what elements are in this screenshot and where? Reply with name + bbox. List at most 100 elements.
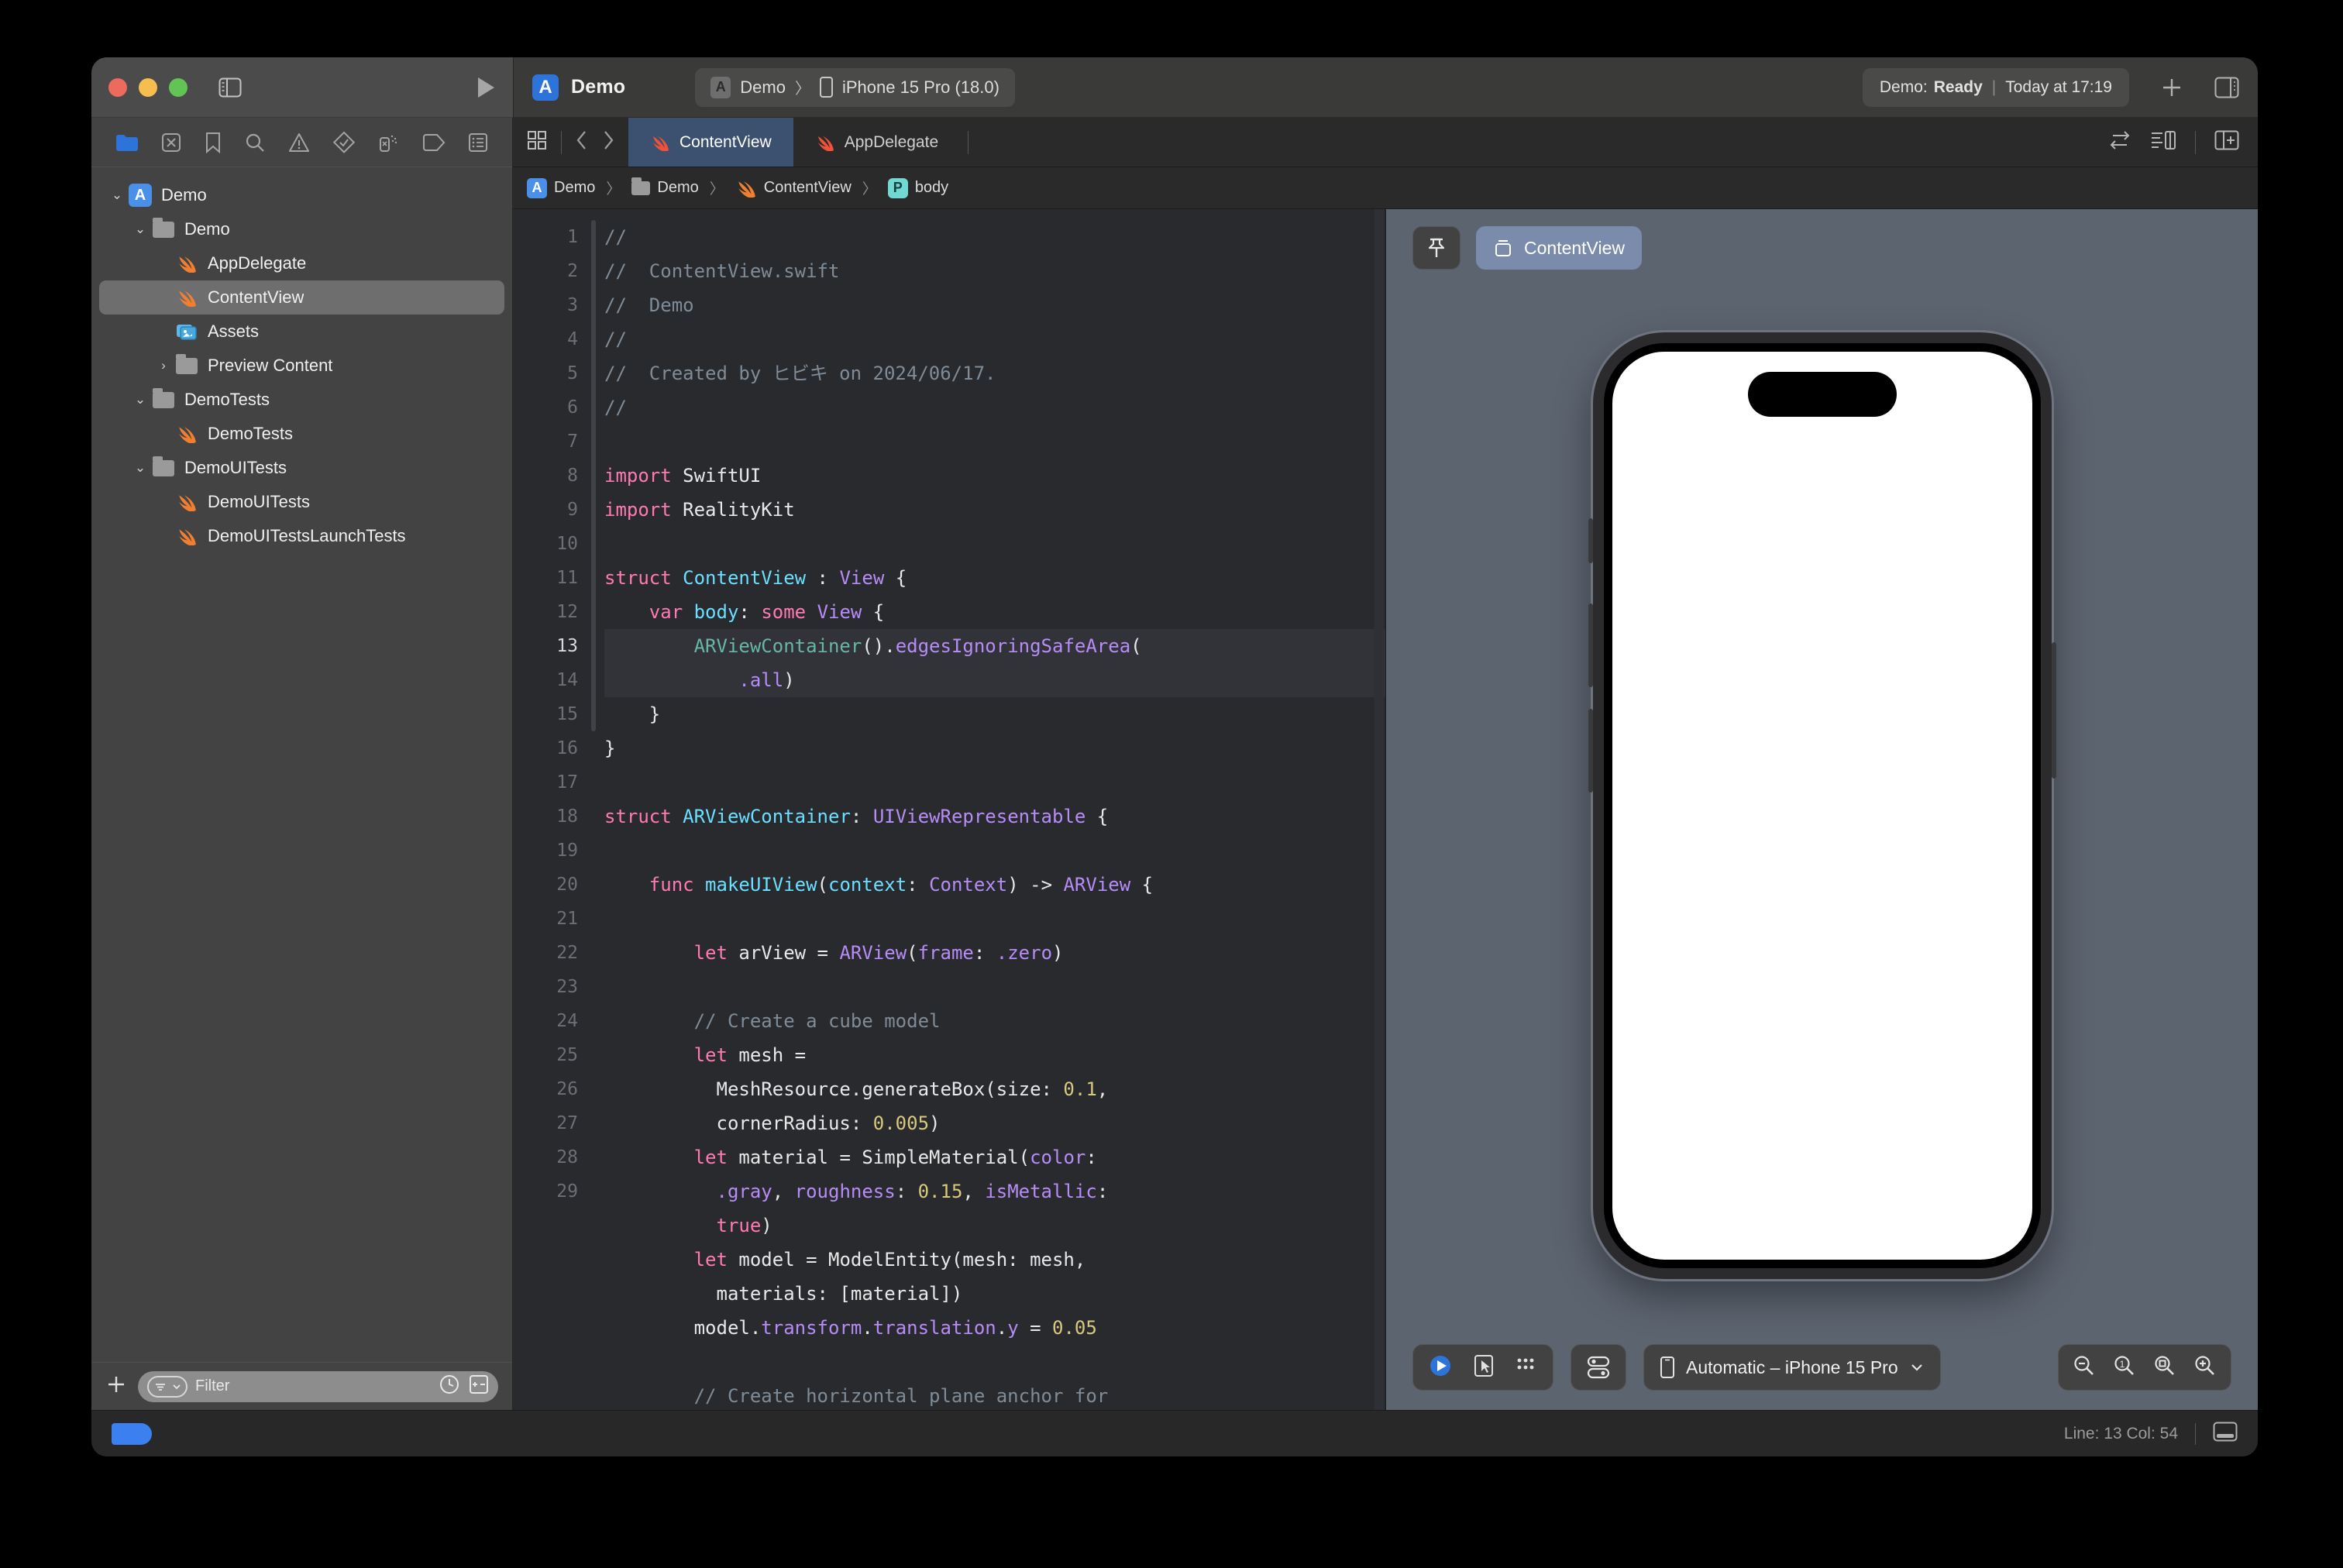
tree-item[interactable]: DemoUITestsLaunchTests [99, 519, 504, 553]
zoom-actual-size-button[interactable]: 1 [2113, 1354, 2136, 1381]
tree-item[interactable]: DemoTests [99, 417, 504, 451]
editor-grid-icon[interactable] [527, 130, 547, 154]
code-fold-strip[interactable] [590, 209, 597, 1410]
property-badge-icon: P [887, 177, 908, 198]
code-line: // Created by ヒビキ on 2024/06/17. [604, 356, 1385, 390]
tree-item[interactable]: ⌄ DemoTests [99, 383, 504, 417]
minimap-icon[interactable] [2150, 130, 2176, 154]
preview-screen[interactable] [1603, 343, 2041, 1268]
variants-grid-icon[interactable] [1516, 1357, 1537, 1379]
tree-item[interactable]: Assets [99, 315, 504, 349]
code-token: View [839, 567, 885, 589]
chevron-right-icon[interactable] [602, 129, 614, 155]
code-token: { [1130, 874, 1154, 896]
code-token: y [1007, 1317, 1019, 1339]
code-token: , [962, 1181, 986, 1202]
minimize-button[interactable] [139, 77, 157, 97]
pin-icon[interactable] [1412, 226, 1461, 270]
add-button[interactable] [2160, 76, 2183, 99]
pointer-select-icon[interactable] [1474, 1354, 1494, 1381]
filter-input[interactable]: Filter [138, 1370, 498, 1402]
tree-item-label: DemoTests [184, 390, 270, 409]
tab-appdelegate[interactable]: AppDelegate [793, 118, 960, 167]
code-line: import SwiftUI [604, 459, 1385, 493]
tree-item[interactable]: › Preview Content [99, 349, 504, 383]
chevron-down-icon[interactable]: ⌄ [130, 461, 150, 474]
scheme-separator: 〉 [794, 81, 810, 98]
preview-name-pill[interactable]: ContentView [1476, 226, 1642, 270]
device-settings-icon[interactable] [1571, 1344, 1626, 1391]
sidebar-item-project-navigator[interactable] [115, 133, 139, 152]
scheme-destination-selector[interactable]: A Demo 〉 iPhone 15 Pro (18.0) [695, 67, 1015, 107]
add-file-button[interactable] [105, 1374, 127, 1399]
chevron-left-icon[interactable] [576, 129, 588, 155]
line-number: 28 [556, 1147, 578, 1167]
line-number: 11 [556, 568, 578, 588]
bookmark-icon[interactable] [205, 132, 222, 153]
swift-icon [174, 493, 200, 511]
iphone-15-pro-frame[interactable] [1588, 332, 2056, 1279]
chevron-down-icon[interactable]: ⌄ [130, 222, 150, 236]
zoom-in-button[interactable] [2193, 1354, 2217, 1381]
blue-tag-icon[interactable] [112, 1422, 152, 1445]
filter-dropdown-icon[interactable] [147, 1375, 188, 1398]
line-number: 15 [556, 704, 578, 724]
code-pane[interactable]: 1 2 3 4 5 6 7 8 9 10 11 12 13 14 15 16 17 18 19 20 21 22 23 24 2… [513, 209, 1385, 1410]
source-code-text[interactable]: // // ContentView.swift // Demo // // Create… [597, 209, 1385, 1410]
code-token: 0.1 [1063, 1078, 1097, 1100]
run-triangle-icon[interactable] [476, 76, 496, 99]
breadcrumb-item[interactable]: Pbody [887, 177, 948, 198]
warning-triangle-icon[interactable] [288, 132, 310, 153]
breadcrumb-item[interactable]: ContentView [735, 179, 852, 198]
search-icon[interactable] [244, 132, 266, 153]
divider [968, 130, 969, 154]
code-token: materials: [material]) [604, 1283, 963, 1305]
tree-item[interactable]: DemoUITests [99, 485, 504, 519]
xcode-app-icon: A [532, 74, 559, 101]
tree-item[interactable]: AppDelegate [99, 246, 504, 280]
source-control-icon[interactable] [161, 132, 181, 153]
title-bar-right: A Demo A Demo 〉 iPhone 15 Pro (18.0) Dem… [513, 57, 2258, 118]
spray-can-icon[interactable] [377, 132, 399, 153]
inspector-panel-icon[interactable] [2214, 77, 2239, 98]
plus-minus-icon[interactable] [469, 1374, 489, 1399]
tree-item-label: AppDelegate [208, 253, 307, 273]
diamond-check-icon[interactable] [332, 131, 355, 153]
tree-item[interactable]: ⌄ A Demo [99, 178, 504, 212]
sidebar-toggle-icon[interactable] [218, 77, 242, 98]
code-line: let mesh = [604, 1038, 1385, 1072]
chevron-down-icon[interactable]: ⌄ [130, 393, 150, 406]
swap-arrows-icon[interactable] [2108, 131, 2131, 153]
editor-vertical-scrollbar[interactable] [1374, 209, 1384, 1410]
code-token: import [604, 465, 672, 487]
tag-icon[interactable] [422, 133, 446, 151]
breadcrumb-item[interactable]: Demo [631, 177, 699, 197]
editor-tab-bar: ContentView AppDelegate [513, 118, 2258, 167]
activity-status[interactable]: Demo: Ready | Today at 17:19 [1862, 67, 2129, 107]
line-number: 27 [556, 1113, 578, 1133]
clock-icon[interactable] [439, 1374, 459, 1399]
tree-item[interactable]: ⌄ Demo [99, 212, 504, 246]
line-number: 18 [556, 806, 578, 827]
chevron-right-icon[interactable]: › [153, 358, 174, 373]
tree-item[interactable]: ⌄ DemoUITests [99, 451, 504, 485]
close-button[interactable] [108, 77, 127, 97]
preview-device-selector[interactable]: Automatic – iPhone 15 Pro [1643, 1344, 1941, 1391]
tab-contentview[interactable]: ContentView [628, 118, 793, 167]
line-number: 21 [556, 909, 578, 929]
tree-item-selected[interactable]: ContentView [99, 280, 504, 315]
report-list-icon[interactable] [468, 132, 488, 153]
zoom-out-button[interactable] [2073, 1354, 2096, 1381]
code-token: . [884, 635, 896, 657]
add-editor-icon[interactable] [2214, 130, 2239, 154]
code-line: let material = SimpleMaterial(color: [604, 1140, 1385, 1174]
debug-area-toggle-icon[interactable] [2213, 1422, 2238, 1446]
zoom-button[interactable] [169, 77, 188, 97]
preview-label: ContentView [1524, 237, 1625, 258]
zoom-to-fit-button[interactable] [2153, 1354, 2176, 1381]
navigator-panel: ⌄ A Demo ⌄ Demo AppDelegate ContentView Assets ›… [91, 118, 513, 1410]
breadcrumb-item[interactable]: A Demo [527, 177, 595, 198]
chevron-down-icon[interactable]: ⌄ [107, 188, 127, 201]
code-token: // Create horizontal plane anchor for [693, 1385, 1109, 1407]
play-preview-icon[interactable] [1429, 1354, 1452, 1381]
